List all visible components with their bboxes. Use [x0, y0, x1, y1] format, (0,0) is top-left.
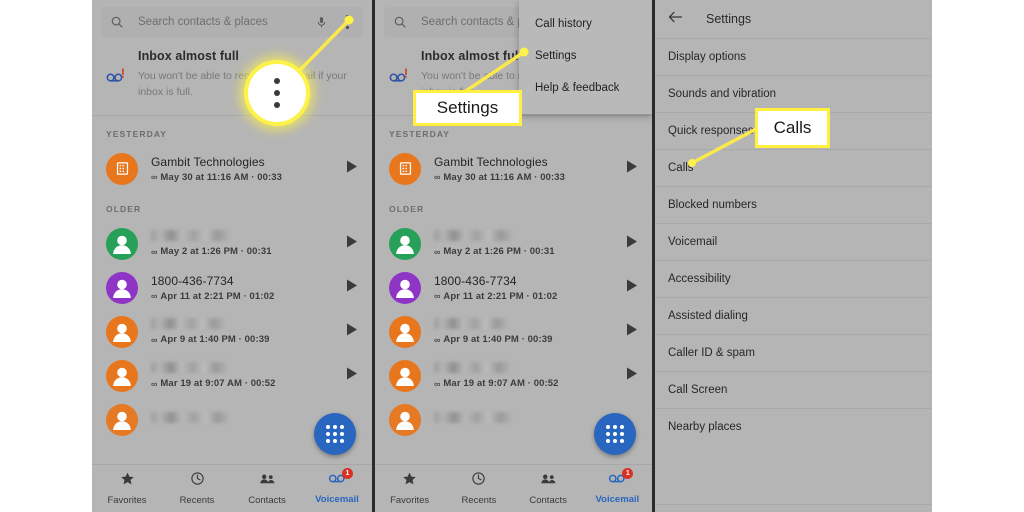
more-options-kebab-icon: [274, 78, 280, 108]
leader-line: [691, 126, 759, 165]
callout-leader-line-3: [688, 126, 759, 167]
magnifier-callout-kebab: [244, 60, 310, 126]
callout-box-calls: Calls: [755, 108, 830, 148]
screenshot-stage: Search contacts & places Inbox almost fu…: [0, 0, 1024, 512]
leader-endpoint: [688, 159, 696, 167]
callout-box-settings: Settings: [413, 90, 522, 126]
